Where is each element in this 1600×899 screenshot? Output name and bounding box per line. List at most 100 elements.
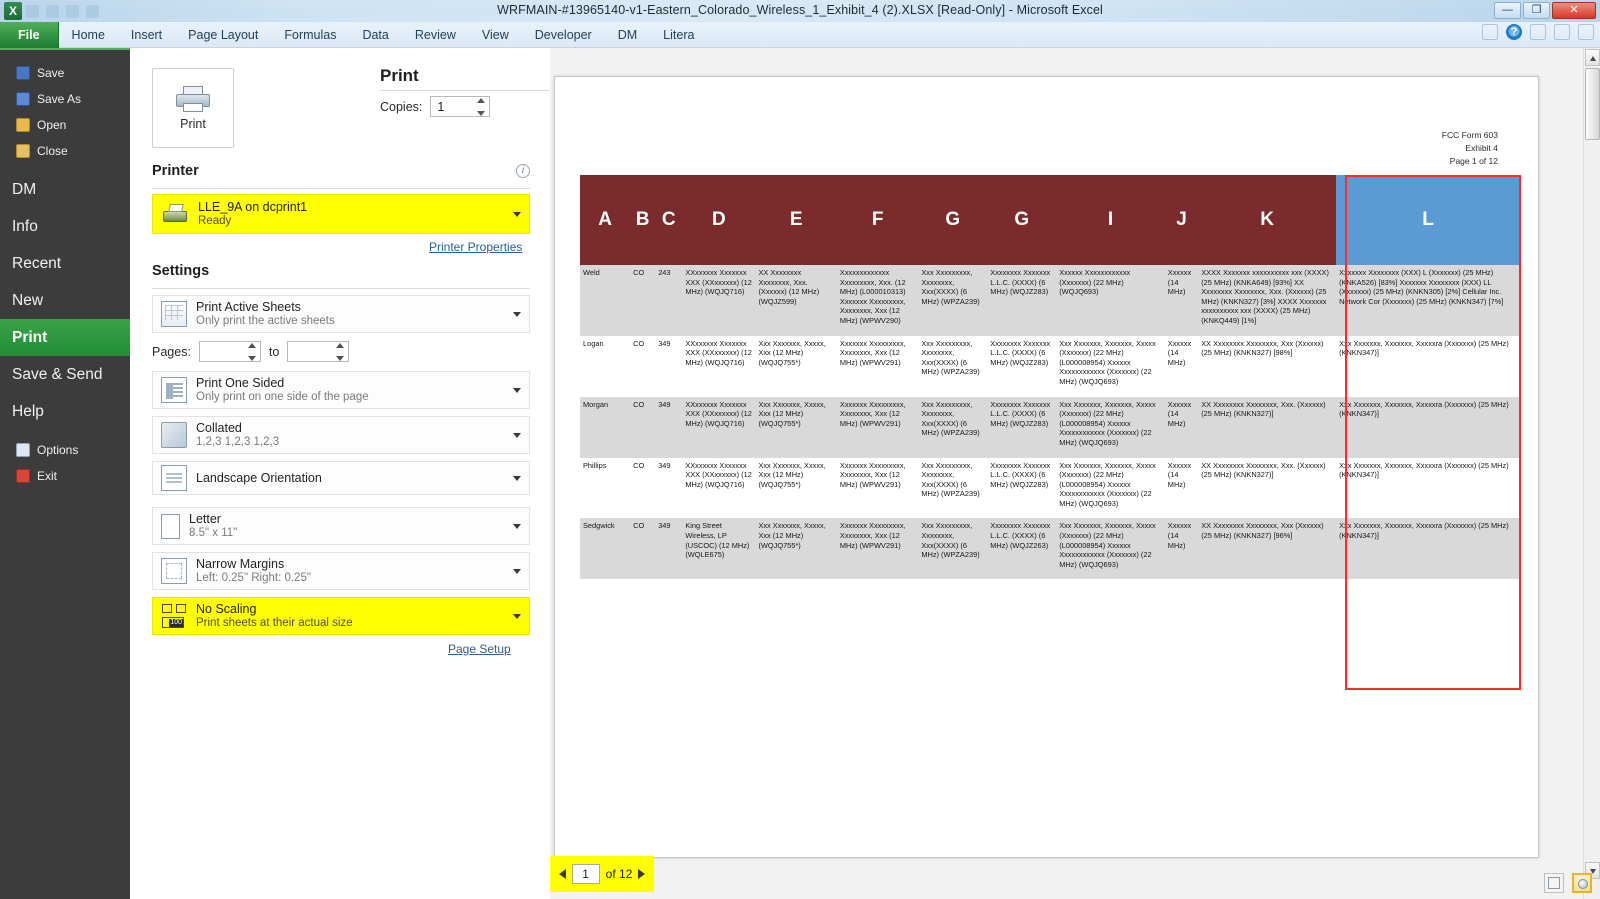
sidebar-item-options[interactable]: Options xyxy=(0,437,130,463)
margins-selector[interactable]: Narrow Margins Left: 0.25" Right: 0.25" xyxy=(152,552,530,590)
tab-data[interactable]: Data xyxy=(349,22,401,48)
cell-e: Xxx Xxxxxxx, Xxxxx, Xxx (12 MHz) (WQJQ75… xyxy=(755,335,837,397)
column-header-e[interactable]: E xyxy=(755,175,837,265)
page-header-line-2: Exhibit 4 xyxy=(1465,143,1498,153)
copies-stepper[interactable]: 1 xyxy=(430,96,491,117)
cell-code: 349 xyxy=(655,518,683,580)
minimize-button[interactable]: — xyxy=(1494,2,1521,19)
next-page-icon[interactable] xyxy=(638,869,646,879)
previous-page-icon[interactable] xyxy=(558,869,566,879)
print-sides-selector[interactable]: Print One Sided Only print on one side o… xyxy=(152,371,530,409)
scroll-up-icon[interactable] xyxy=(1585,49,1600,66)
cell-e: Xxx Xxxxxxx, Xxxxx, Xxx (12 MHz) (WQJQ75… xyxy=(755,396,837,458)
page-number-input[interactable]: 1 xyxy=(571,864,600,884)
page-navigation[interactable]: 1 of 12 xyxy=(550,856,654,892)
pages-to-input[interactable] xyxy=(287,341,350,362)
show-margins-button[interactable] xyxy=(1544,873,1564,893)
table-header-row: A B C D E F G G I J K L xyxy=(580,175,1520,265)
scaling-selector[interactable]: 100 No Scaling Print sheets at their act… xyxy=(152,597,530,635)
orientation-selector[interactable]: Landscape Orientation xyxy=(152,461,530,495)
sidebar-item-print[interactable]: Print xyxy=(0,319,141,356)
paper-size-main: Letter xyxy=(189,512,221,526)
collation-selector[interactable]: Collated 1,2,3 1,2,3 1,2,3 xyxy=(152,416,530,454)
column-header-i[interactable]: I xyxy=(1056,175,1165,265)
pages-from-input[interactable] xyxy=(198,341,261,362)
ribbon-restore-icon[interactable] xyxy=(1554,24,1570,40)
print-range-selector[interactable]: Print Active Sheets Only print the activ… xyxy=(152,295,530,333)
ribbon-close-icon[interactable] xyxy=(1578,24,1594,40)
sidebar-item-exit[interactable]: Exit xyxy=(0,463,130,489)
column-header-f[interactable]: F xyxy=(836,175,919,265)
chevron-down-icon[interactable] xyxy=(513,613,521,619)
copies-spin-arrows[interactable] xyxy=(475,98,487,116)
column-header-g1[interactable]: G xyxy=(918,175,988,265)
print-button[interactable]: Print xyxy=(152,68,234,148)
column-header-l-selected[interactable]: L xyxy=(1336,175,1520,265)
chevron-down-icon[interactable] xyxy=(513,387,521,393)
sidebar-item-open[interactable]: Open xyxy=(0,112,130,138)
cell-d: King Street Wireless, LP (USCOC) (12 MHz… xyxy=(682,518,756,580)
column-header-d[interactable]: D xyxy=(682,175,756,265)
chevron-down-icon[interactable] xyxy=(513,432,521,438)
ribbon-tabs[interactable]: File Home Insert Page Layout Formulas Da… xyxy=(0,22,707,48)
tab-formulas[interactable]: Formulas xyxy=(271,22,349,48)
close-button[interactable]: ✕ xyxy=(1552,2,1596,19)
column-header-c[interactable]: C xyxy=(655,175,683,265)
chevron-down-icon[interactable] xyxy=(513,211,521,217)
column-header-b[interactable]: B xyxy=(630,175,656,265)
sidebar-item-dm[interactable]: DM xyxy=(0,171,130,208)
tab-insert[interactable]: Insert xyxy=(118,22,175,48)
title-bar: X WRFMAIN-#13965140-v1-Eastern_Colorado_… xyxy=(0,0,1600,22)
orientation-main: Landscape Orientation xyxy=(196,471,322,485)
chevron-down-icon[interactable] xyxy=(513,475,521,481)
cell-i: Xxxxxx Xxxxxxxxxxxx (Xxxxxxx) (22 MHz) (… xyxy=(1056,265,1165,336)
chevron-down-icon[interactable] xyxy=(513,523,521,529)
sidebar-item-help[interactable]: Help xyxy=(0,393,130,430)
home-backstage-icon[interactable] xyxy=(1482,24,1498,40)
column-header-g2[interactable]: G xyxy=(987,175,1057,265)
printer-selector[interactable]: LLE_9A on dcprint1 Ready xyxy=(152,194,530,234)
sidebar-item-new[interactable]: New xyxy=(0,282,130,319)
tab-litera[interactable]: Litera xyxy=(650,22,707,48)
cell-e: XX Xxxxxxxx Xxxxxxxx, Xxx. (Xxxxxx) (12 … xyxy=(755,265,837,336)
tab-page-layout[interactable]: Page Layout xyxy=(175,22,271,48)
printer-info-icon[interactable]: i xyxy=(516,164,530,178)
sidebar-item-close[interactable]: Close xyxy=(0,138,130,164)
pages-to-spin-arrows[interactable] xyxy=(334,343,346,361)
sidebar-item-save[interactable]: Save xyxy=(0,60,130,86)
tab-home[interactable]: Home xyxy=(59,22,118,48)
ribbon-right-controls[interactable]: ? xyxy=(1482,24,1594,40)
tab-developer[interactable]: Developer xyxy=(522,22,605,48)
sidebar-item-label: Help xyxy=(12,402,44,420)
chevron-down-icon[interactable] xyxy=(513,311,521,317)
chevron-down-icon[interactable] xyxy=(513,568,521,574)
sidebar-item-info[interactable]: Info xyxy=(0,208,130,245)
preview-scrollbar[interactable] xyxy=(1583,48,1600,899)
tab-view[interactable]: View xyxy=(469,22,522,48)
tab-file[interactable]: File xyxy=(0,22,59,48)
help-icon[interactable]: ? xyxy=(1506,24,1522,40)
column-header-j[interactable]: J xyxy=(1164,175,1199,265)
ribbon-minimize-icon[interactable] xyxy=(1530,24,1546,40)
restore-button[interactable]: ❐ xyxy=(1523,2,1550,19)
window-buttons[interactable]: — ❐ ✕ xyxy=(1494,2,1596,19)
printer-properties-link[interactable]: Printer Properties xyxy=(429,240,522,254)
zoom-to-page-button[interactable] xyxy=(1572,873,1592,893)
preview-page: FCC Form 603 Exhibit 4 Page 1 of 12 A B … xyxy=(554,76,1539,858)
paper-size-selector[interactable]: Letter 8.5" x 11" xyxy=(152,507,530,545)
zoom-controls[interactable] xyxy=(1544,873,1592,893)
pages-from-spin-arrows[interactable] xyxy=(246,343,258,361)
tab-dm[interactable]: DM xyxy=(605,22,650,48)
page-setup-link[interactable]: Page Setup xyxy=(448,642,511,656)
sidebar-item-save-and-send[interactable]: Save & Send xyxy=(0,356,130,393)
scrollbar-thumb[interactable] xyxy=(1585,68,1600,140)
sidebar-item-recent[interactable]: Recent xyxy=(0,245,130,282)
cell-f: Xxxxxxx Xxxxxxxxx, Xxxxxxxx, Xxx (12 MHz… xyxy=(836,518,919,580)
copies-label: Copies: xyxy=(380,99,423,114)
sidebar-item-label: New xyxy=(12,291,44,309)
column-header-k[interactable]: K xyxy=(1198,175,1337,265)
save-icon xyxy=(16,66,30,80)
column-header-a[interactable]: A xyxy=(580,175,631,265)
sidebar-item-save-as[interactable]: Save As xyxy=(0,86,130,112)
tab-review[interactable]: Review xyxy=(402,22,469,48)
